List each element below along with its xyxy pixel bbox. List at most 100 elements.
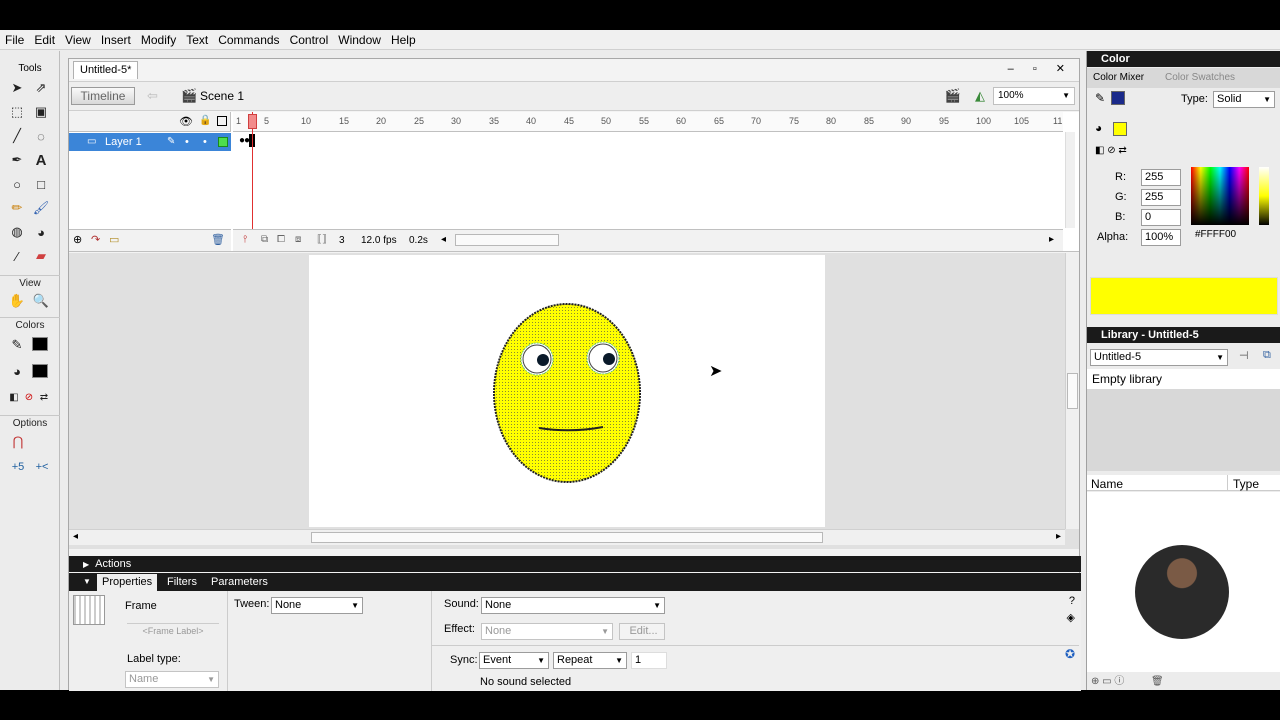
smooth-icon[interactable]: +5: [8, 457, 28, 477]
eraser-tool-icon[interactable]: ▰: [31, 246, 51, 266]
repeat-count-input[interactable]: 1: [631, 652, 667, 669]
trash-icon[interactable]: 🗑: [211, 233, 225, 246]
collapse-arrow-icon[interactable]: ▼: [83, 573, 91, 591]
brush-tool-icon[interactable]: 🖌: [31, 198, 51, 218]
fill-color-swatch[interactable]: [32, 364, 48, 378]
add-motion-guide-icon[interactable]: ↷: [91, 233, 100, 246]
eye-icon[interactable]: 👁: [179, 115, 193, 128]
rectangle-tool-icon[interactable]: □: [31, 174, 51, 194]
tab-color-mixer[interactable]: Color Mixer: [1093, 72, 1144, 83]
snap-magnet-icon[interactable]: ⋂: [8, 432, 28, 452]
lock-icon[interactable]: 🔒: [199, 115, 211, 126]
delete-icon[interactable]: 🗑: [1151, 673, 1164, 690]
actions-panel-header[interactable]: ▶ Actions: [69, 556, 1081, 572]
library-panel-header[interactable]: Library - Untitled-5: [1087, 327, 1280, 343]
sound-select[interactable]: None ▼: [481, 597, 665, 614]
scroll-right-icon[interactable]: ▸: [1056, 531, 1061, 542]
outline-icon[interactable]: [217, 116, 227, 126]
fill-bucket-icon[interactable]: ◕: [1095, 121, 1102, 135]
color-spectrum[interactable]: [1191, 167, 1249, 225]
menu-control[interactable]: Control: [285, 30, 334, 50]
lock-dot-icon[interactable]: •: [203, 133, 207, 151]
new-symbol-icon[interactable]: ⊕: [1091, 676, 1099, 687]
pen-tool-icon[interactable]: ✒: [7, 150, 27, 170]
sync-select[interactable]: Event ▼: [479, 652, 549, 669]
insert-folder-icon[interactable]: ▭: [109, 233, 119, 246]
onion-skin-icon[interactable]: ⧉: [261, 234, 268, 245]
edit-multiple-frames-icon[interactable]: ⧈: [295, 234, 301, 245]
hand-tool-icon[interactable]: ✋: [7, 291, 27, 311]
fill-type-select[interactable]: Solid ▼: [1213, 91, 1275, 108]
center-frame-icon[interactable]: ⫯: [243, 234, 247, 245]
repeat-select[interactable]: Repeat ▼: [553, 652, 627, 669]
edit-info-icon[interactable]: ◈: [1067, 611, 1075, 624]
line-tool-icon[interactable]: ╱: [7, 126, 27, 146]
menu-commands[interactable]: Commands: [213, 30, 284, 50]
menu-text[interactable]: Text: [181, 30, 213, 50]
free-transform-tool-icon[interactable]: ⬚: [7, 102, 27, 122]
alpha-input[interactable]: 100%: [1141, 229, 1181, 246]
hex-input[interactable]: #FFFF00: [1195, 229, 1236, 240]
tab-filters[interactable]: Filters: [167, 573, 197, 591]
window-controls[interactable]: – ▫ ✕: [1008, 62, 1073, 75]
hscroll-thumb[interactable]: [311, 532, 823, 543]
stage-canvas[interactable]: [309, 255, 825, 527]
smiley-face-drawing[interactable]: [309, 255, 825, 527]
library-select[interactable]: Untitled-5 ▼: [1090, 349, 1228, 366]
menu-insert[interactable]: Insert: [96, 30, 136, 50]
ink-bottle-tool-icon[interactable]: ◍: [7, 222, 27, 242]
help-icon[interactable]: ?: [1069, 595, 1075, 607]
straighten-icon[interactable]: +<: [32, 457, 52, 477]
edit-symbols-icon[interactable]: ◭: [975, 88, 985, 104]
insert-layer-icon[interactable]: ⊕: [73, 233, 82, 246]
stroke-color-swatch[interactable]: [1111, 91, 1125, 105]
zoom-select[interactable]: 100% ▼: [993, 87, 1075, 105]
accessibility-icon[interactable]: ✪: [1065, 647, 1075, 661]
color-mode-icons[interactable]: ◧ ⊘ ⇄: [1095, 145, 1127, 156]
col-name[interactable]: Name: [1091, 477, 1123, 491]
timeline-vscroll[interactable]: [1065, 132, 1075, 228]
keyframes[interactable]: ●●: [239, 134, 259, 150]
playhead[interactable]: [252, 112, 253, 230]
scroll-right-icon[interactable]: ▸: [1049, 234, 1054, 245]
pin-icon[interactable]: ⊣: [1239, 349, 1249, 362]
menu-modify[interactable]: Modify: [136, 30, 181, 50]
new-folder-icon[interactable]: ▭: [1102, 676, 1111, 687]
text-tool-icon[interactable]: A: [31, 150, 51, 170]
new-library-icon[interactable]: ⧉: [1263, 349, 1271, 362]
oval-tool-icon[interactable]: ○: [7, 174, 27, 194]
vscroll-thumb[interactable]: [1067, 373, 1078, 409]
tab-parameters[interactable]: Parameters: [211, 573, 268, 591]
properties-icon[interactable]: ⓘ: [1114, 676, 1124, 687]
modify-onion-markers-icon[interactable]: ⟦⟧: [317, 234, 327, 245]
frame-ruler[interactable]: 1 5 10 15 20 25 30 35 40 45 50 55 60 65 …: [233, 112, 1063, 132]
effect-select[interactable]: None ▼: [481, 623, 613, 640]
onion-outlines-icon[interactable]: ⧠: [277, 234, 285, 245]
stage-vscroll[interactable]: [1065, 253, 1079, 529]
paint-bucket-tool-icon[interactable]: ◕: [31, 222, 51, 242]
layer-name[interactable]: Layer 1: [105, 133, 142, 151]
menu-help[interactable]: Help: [386, 30, 421, 50]
edit-scene-icon[interactable]: 🎬: [945, 88, 961, 104]
gradient-transform-tool-icon[interactable]: ▣: [31, 102, 51, 122]
g-input[interactable]: 255: [1141, 189, 1181, 206]
menu-window[interactable]: Window: [333, 30, 386, 50]
color-panel-header[interactable]: Color: [1087, 51, 1280, 67]
menu-view[interactable]: View: [60, 30, 96, 50]
menu-edit[interactable]: Edit: [29, 30, 60, 50]
layer-row[interactable]: ▭ Layer 1 ✎ • •: [69, 133, 231, 151]
scroll-left-icon[interactable]: ◂: [441, 234, 446, 245]
timeline-hscroll-thumb[interactable]: [455, 234, 559, 246]
tween-select[interactable]: None ▼: [271, 597, 363, 614]
brightness-slider[interactable]: [1259, 167, 1269, 225]
stroke-color-swatch[interactable]: [32, 337, 48, 351]
playhead-handle[interactable]: [248, 114, 257, 129]
edit-sound-button[interactable]: Edit...: [619, 623, 665, 640]
zoom-tool-icon[interactable]: 🔍: [31, 291, 51, 311]
col-type[interactable]: Type: [1233, 477, 1259, 491]
tab-color-swatches[interactable]: Color Swatches: [1165, 72, 1235, 83]
stroke-pencil-icon[interactable]: ✎: [1095, 91, 1105, 105]
scroll-left-icon[interactable]: ◂: [73, 531, 78, 542]
selection-tool-icon[interactable]: ➤: [7, 78, 27, 98]
r-input[interactable]: 255: [1141, 169, 1181, 186]
